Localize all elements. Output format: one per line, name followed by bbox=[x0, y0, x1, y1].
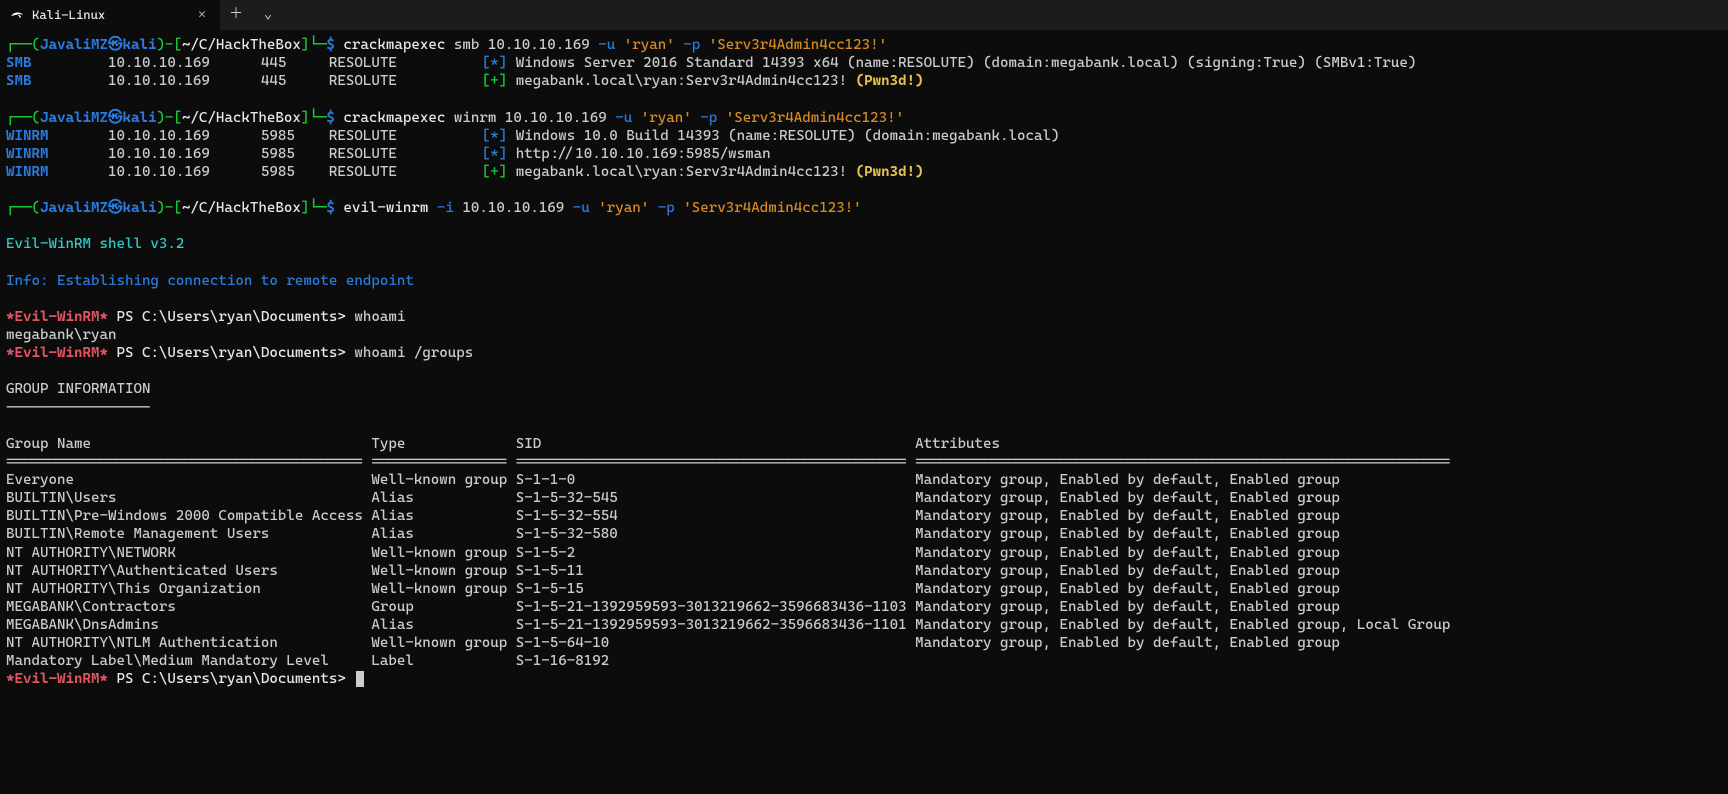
kali-icon bbox=[10, 8, 24, 22]
close-icon[interactable]: ✕ bbox=[194, 7, 210, 23]
terminal-output[interactable]: ┌──(JavaliMZ㉿kali)-[~/C/HackTheBox]└─$ c… bbox=[0, 30, 1728, 695]
tab-kali[interactable]: Kali-Linux ✕ bbox=[0, 0, 220, 30]
tab-dropdown-button[interactable]: ⌄ bbox=[252, 0, 284, 30]
titlebar: Kali-Linux ✕ ＋ ⌄ bbox=[0, 0, 1728, 30]
new-tab-button[interactable]: ＋ bbox=[220, 0, 252, 30]
cursor bbox=[356, 671, 364, 687]
tab-title: Kali-Linux bbox=[32, 7, 105, 23]
